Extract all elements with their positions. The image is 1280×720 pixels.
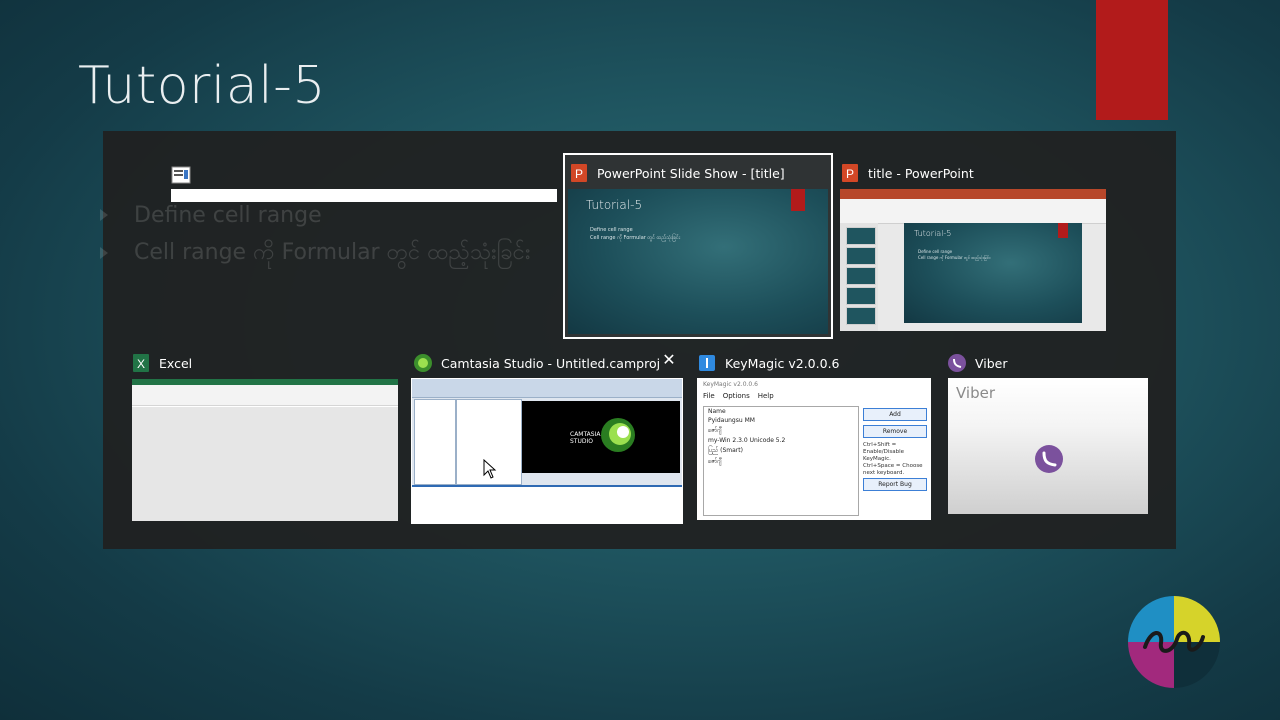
svg-text:P: P [846,167,854,181]
window-tile-header: P PowerPoint Slide Show - [title] [569,159,827,187]
window-thumbnail [171,189,557,202]
camtasia-timeline [412,485,682,523]
viber-thumbnail: Viber [948,378,1148,514]
powerpoint-thumbnail: Tutorial-5 Define cell range Cell range … [840,189,1106,331]
viber-logo-icon [1035,445,1063,473]
alt-tab-switcher: Define cell range Cell range ကို Formula… [100,131,1176,549]
close-icon[interactable]: ✕ [661,352,677,368]
svg-text:X: X [137,357,145,371]
svg-text:P: P [575,167,583,181]
window-tile-keymagic[interactable]: KeyMagic v2.0.0.6 KeyMagic v2.0.0.6 File… [693,345,937,521]
window-tile-viber[interactable]: Viber Viber [943,345,1153,521]
cursor-icon [483,459,497,479]
window-tile-header: P title - PowerPoint [840,159,1104,187]
slide-pane [840,223,878,331]
slide-title: Tutorial-5 [78,56,327,116]
slide-bullets: Define cell range Cell range ကို Formula… [100,196,530,272]
slideshow-thumbnail: Tutorial-5 Define cell range Cell range … [568,189,828,334]
window-icon [171,165,191,185]
camtasia-icon [413,353,433,373]
powerpoint-icon: P [569,163,589,183]
camtasia-thumbnail: CAMTASIA STUDIO [411,378,683,524]
signature-logo-icon [1143,630,1205,653]
viber-icon [947,353,967,373]
excel-thumbnail [132,379,398,521]
channel-logo [1128,596,1220,688]
window-tile-untitled[interactable] [167,157,559,207]
window-tile-header [171,161,555,189]
window-tile-header: Camtasia Studio - Untitled.camproj [413,349,679,377]
powerpoint-icon: P [840,163,860,183]
window-tile-header: X Excel [131,349,395,377]
excel-icon: X [131,353,151,373]
keyboard-list: Name Pyidaungsu MM ဇော်ဂျီ my-Win 2.3.0 … [703,406,859,516]
window-tile-excel[interactable]: X Excel [127,345,399,521]
window-tile-powerpoint[interactable]: P title - PowerPoint Tutorial-5 Define c… [836,155,1108,337]
keymagic-thumbnail: KeyMagic v2.0.0.6 File Options Help Name… [697,378,931,520]
camtasia-preview: CAMTASIA STUDIO [522,401,680,473]
slide-red-accent [1096,0,1168,120]
window-tile-powerpoint-slideshow[interactable]: P PowerPoint Slide Show - [title] Tutori… [563,153,833,339]
window-tile-header: Viber [947,349,1149,377]
slide-bullet: Cell range ကို Formular တွင် ထည့်သုံးခြင… [100,234,530,272]
window-tile-camtasia[interactable]: Camtasia Studio - Untitled.camproj ✕ CAM… [409,345,683,524]
window-tile-header: KeyMagic v2.0.0.6 [697,349,933,377]
keymagic-icon [697,353,717,373]
